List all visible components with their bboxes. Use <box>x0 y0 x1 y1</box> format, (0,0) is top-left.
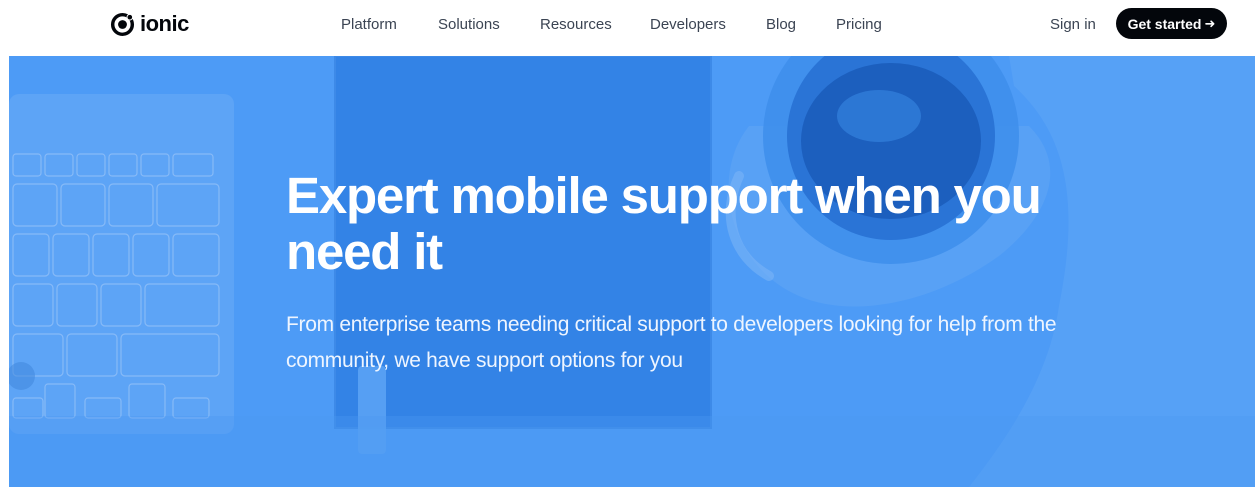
get-started-button[interactable]: Get started ➜ <box>1116 8 1227 39</box>
ionic-logo-icon <box>110 12 135 36</box>
logo-text: ionic <box>140 11 189 36</box>
hero-subtitle: From enterprise teams needing critical s… <box>286 313 1057 372</box>
site-header: ionic Platform Solutions Resources Devel… <box>0 0 1255 54</box>
get-started-label: Get started <box>1127 15 1202 32</box>
nav-developers[interactable]: Developers <box>650 16 726 34</box>
nav-pricing[interactable]: Pricing <box>836 16 882 34</box>
nav-resources[interactable]: Resources <box>540 16 612 34</box>
keyboard-illustration <box>9 94 234 434</box>
nav-solutions[interactable]: Solutions <box>438 16 500 34</box>
hero-section: Expert mobile support when you need it F… <box>9 56 1255 487</box>
hero-title: Expert mobile support when you need it <box>286 167 1042 280</box>
sign-in-link[interactable]: Sign in <box>1050 16 1096 34</box>
ionic-logo[interactable]: ionic <box>110 11 189 37</box>
nav-platform[interactable]: Platform <box>341 16 397 34</box>
arrow-right-icon: ➜ <box>1204 15 1216 31</box>
nav-blog[interactable]: Blog <box>766 16 796 34</box>
